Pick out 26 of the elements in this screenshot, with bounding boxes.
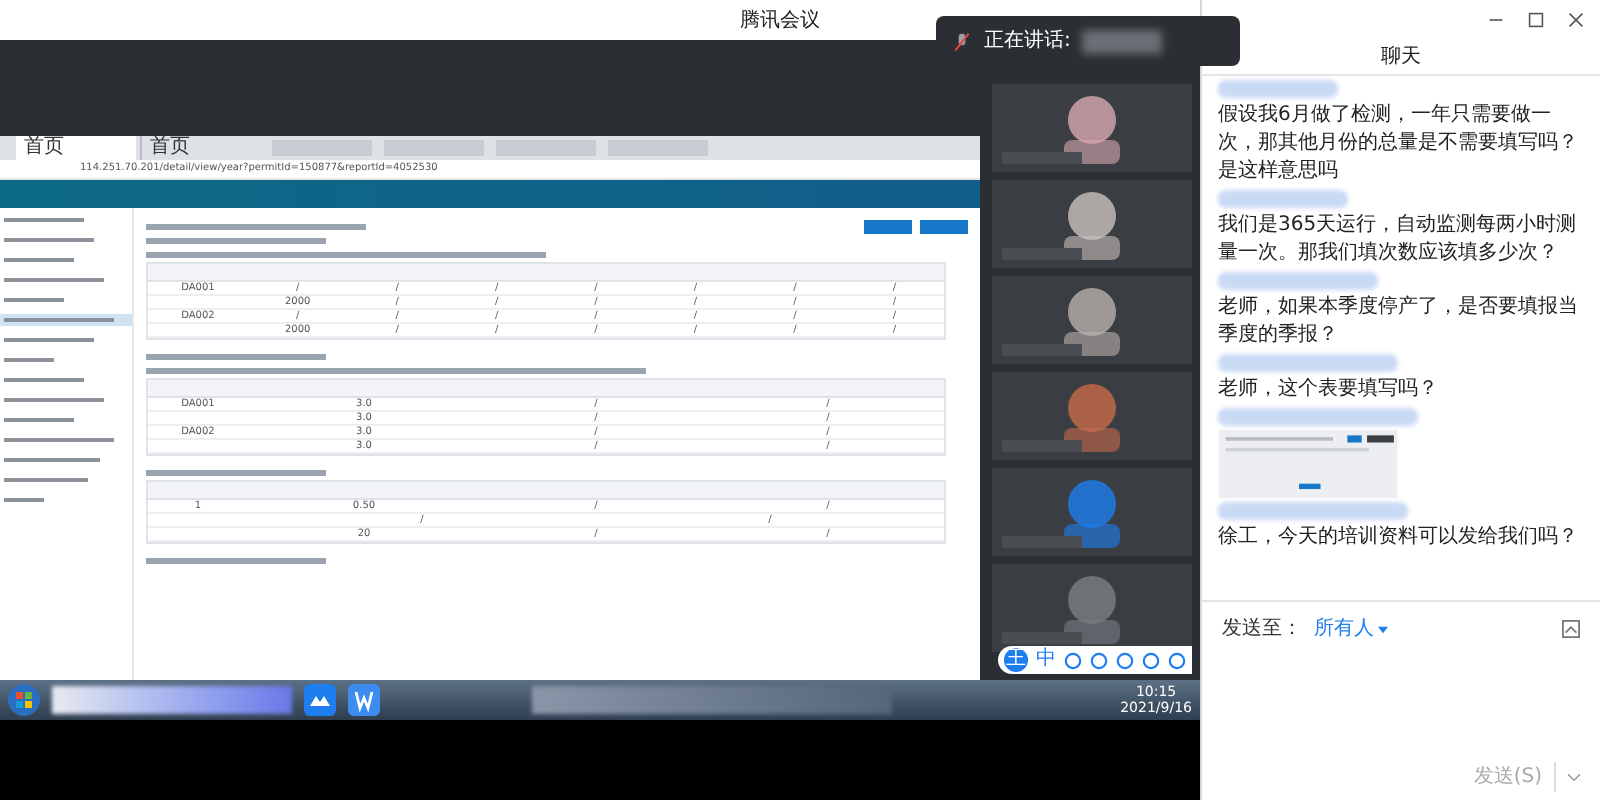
window-title: 腾讯会议 [740,7,820,35]
ime-button[interactable]: 中 [1036,648,1056,672]
maximize-icon[interactable] [1528,12,1544,28]
browser-tab[interactable]: 首页 [16,136,136,160]
chat-message: 假设我6月做了检测，一年只需要做一次，那其他月份的总量是不需要填写吗？是这样意思吗 [1218,102,1580,186]
close-icon[interactable] [1568,12,1584,28]
chevron-down-icon[interactable] [1568,773,1580,781]
document-app-icon[interactable] [348,684,380,716]
muted-mic-icon [952,31,972,51]
blurred-name [1218,80,1338,98]
screenshot-icon[interactable] [1562,620,1580,638]
caret-icon [1378,625,1388,633]
chat-message: 徐工，今天的培训资料可以发给我们吗？ [1218,524,1580,552]
start-icon[interactable] [8,684,40,716]
blurred-name [1218,190,1348,208]
chat-message: 老师，这个表要填写吗？ [1218,376,1440,404]
chat-title: 聊天 [1381,44,1421,72]
chat-message: 老师，如果本季度停产了，是否要填报当季度的季报？ [1218,294,1580,350]
meeting-app-icon[interactable] [304,684,336,716]
blurred-name [1082,29,1163,53]
speaking-label: 正在讲话: [984,27,1071,56]
send-button[interactable]: 发送(S) [1473,762,1556,792]
ime-button[interactable]: 王 [1004,648,1028,672]
recipient-dropdown[interactable]: 所有人 [1314,614,1388,644]
chat-message: 我们是365天运行，自动监测每两小时测量一次。那我们填次数应该填多少次？ [1218,212,1579,268]
send-to-label: 发送至： [1222,616,1302,644]
